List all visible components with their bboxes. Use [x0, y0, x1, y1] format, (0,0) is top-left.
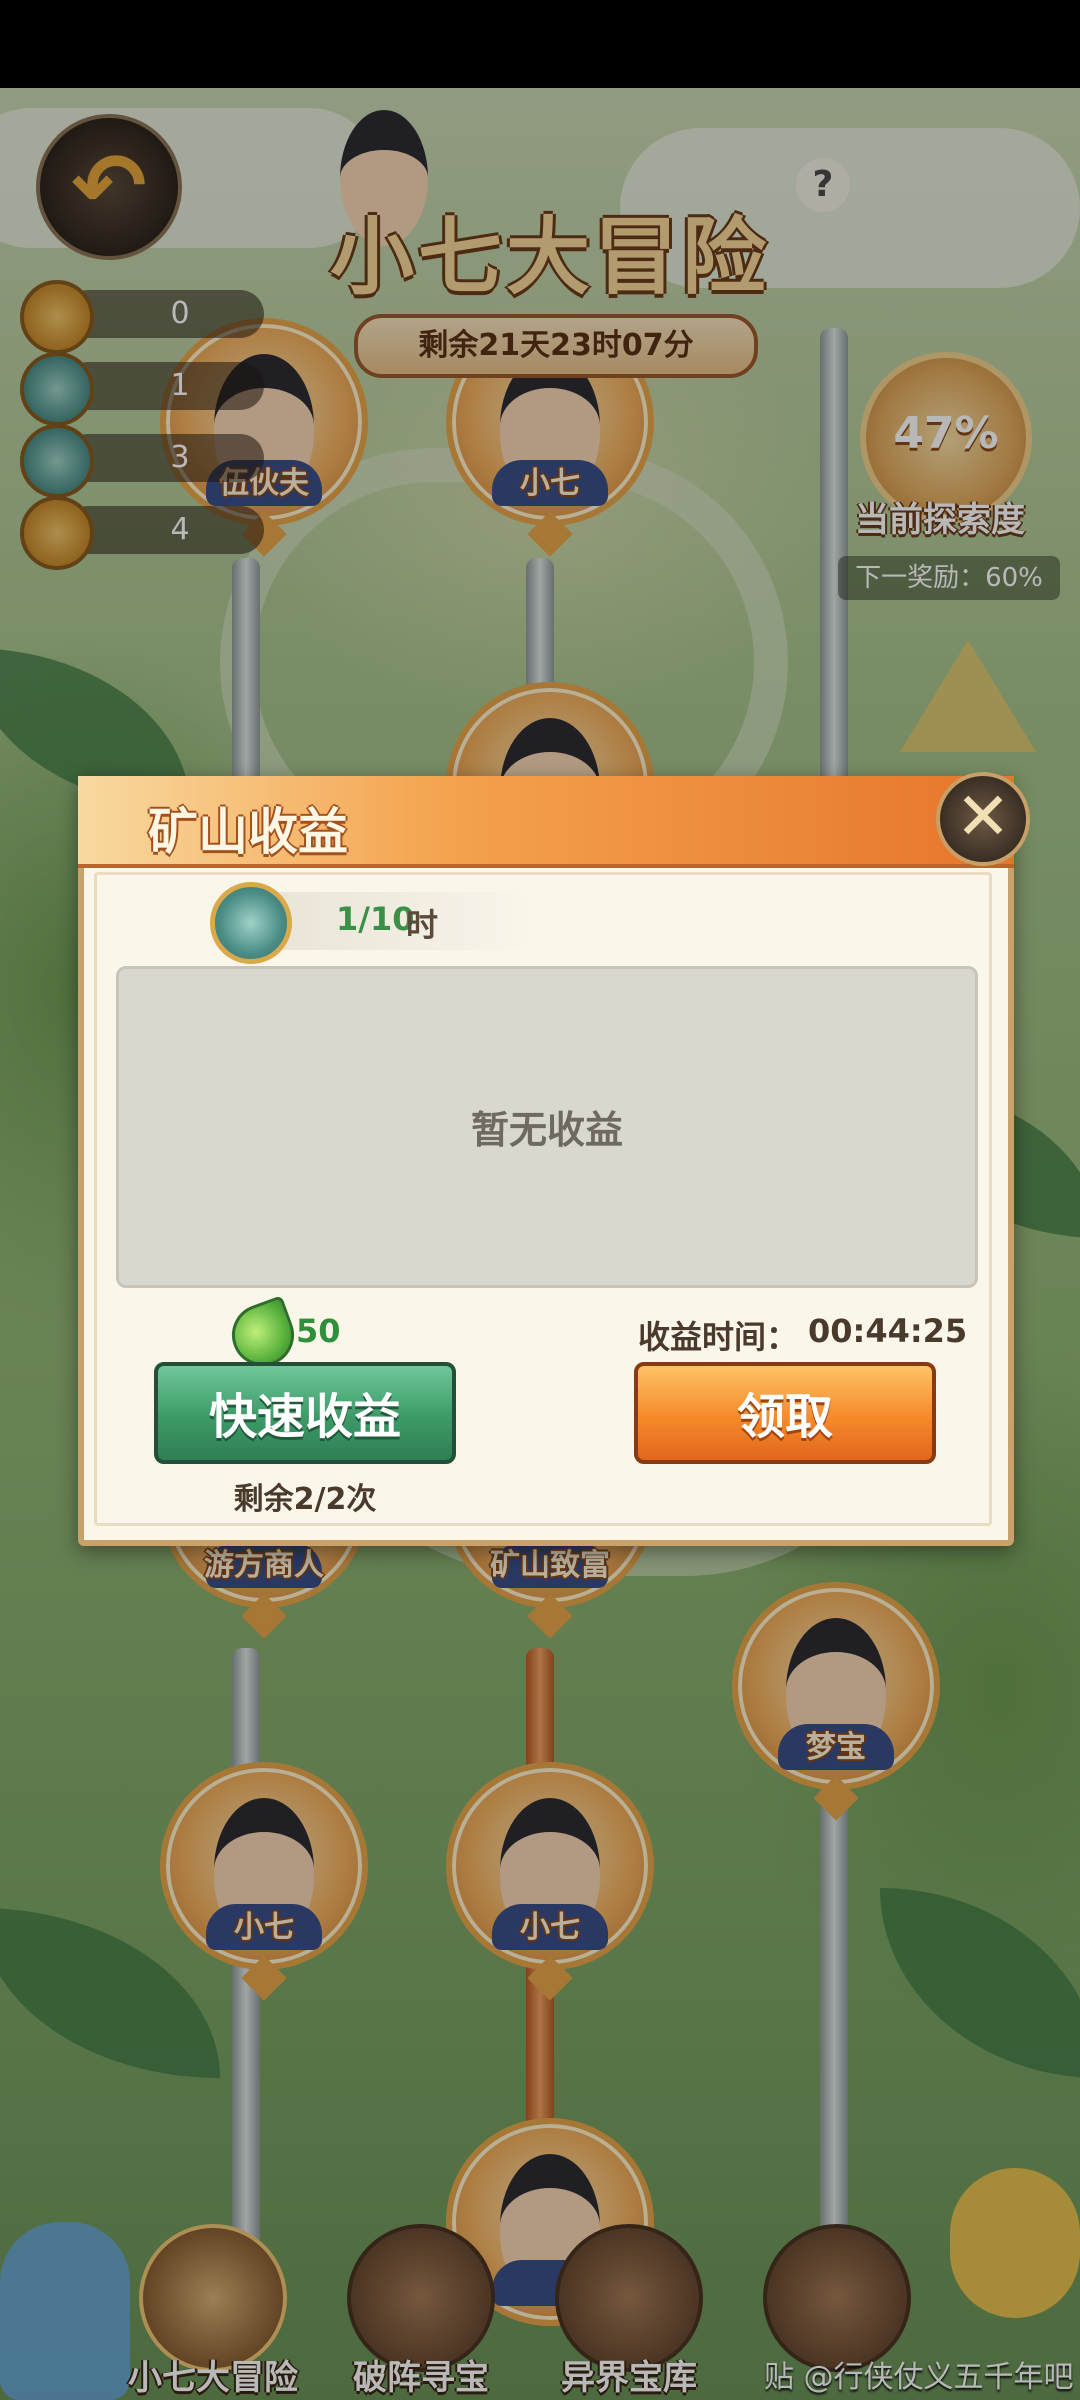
status-bar — [0, 0, 1080, 88]
reward-list: 暂无收益 — [116, 966, 978, 1288]
hours-count: 1/10 — [336, 900, 415, 938]
remaining-uses: 剩余2/2次 — [233, 1482, 377, 1517]
income-time-label: 收益时间： — [638, 1318, 799, 1356]
dragon-coin-icon — [210, 882, 292, 964]
dialog-header: 矿山收益 — [78, 776, 1014, 868]
quick-income-button[interactable]: 快速收益 — [154, 1362, 456, 1464]
close-button[interactable]: ✕ — [936, 772, 1030, 866]
claim-button[interactable]: 领取 — [634, 1362, 936, 1464]
income-time-value: 00:44:25 — [808, 1312, 968, 1350]
empty-state-text: 暂无收益 — [470, 1108, 623, 1152]
hours-unit: 时 — [406, 906, 439, 944]
dialog-title: 矿山收益 — [148, 803, 348, 861]
mine-income-dialog: 矿山收益 ✕ 1/10 时 暂无收益 50 收益时间： 00:44:25 快速收… — [78, 772, 1030, 1546]
quick-income-cost: 50 — [296, 1312, 341, 1350]
